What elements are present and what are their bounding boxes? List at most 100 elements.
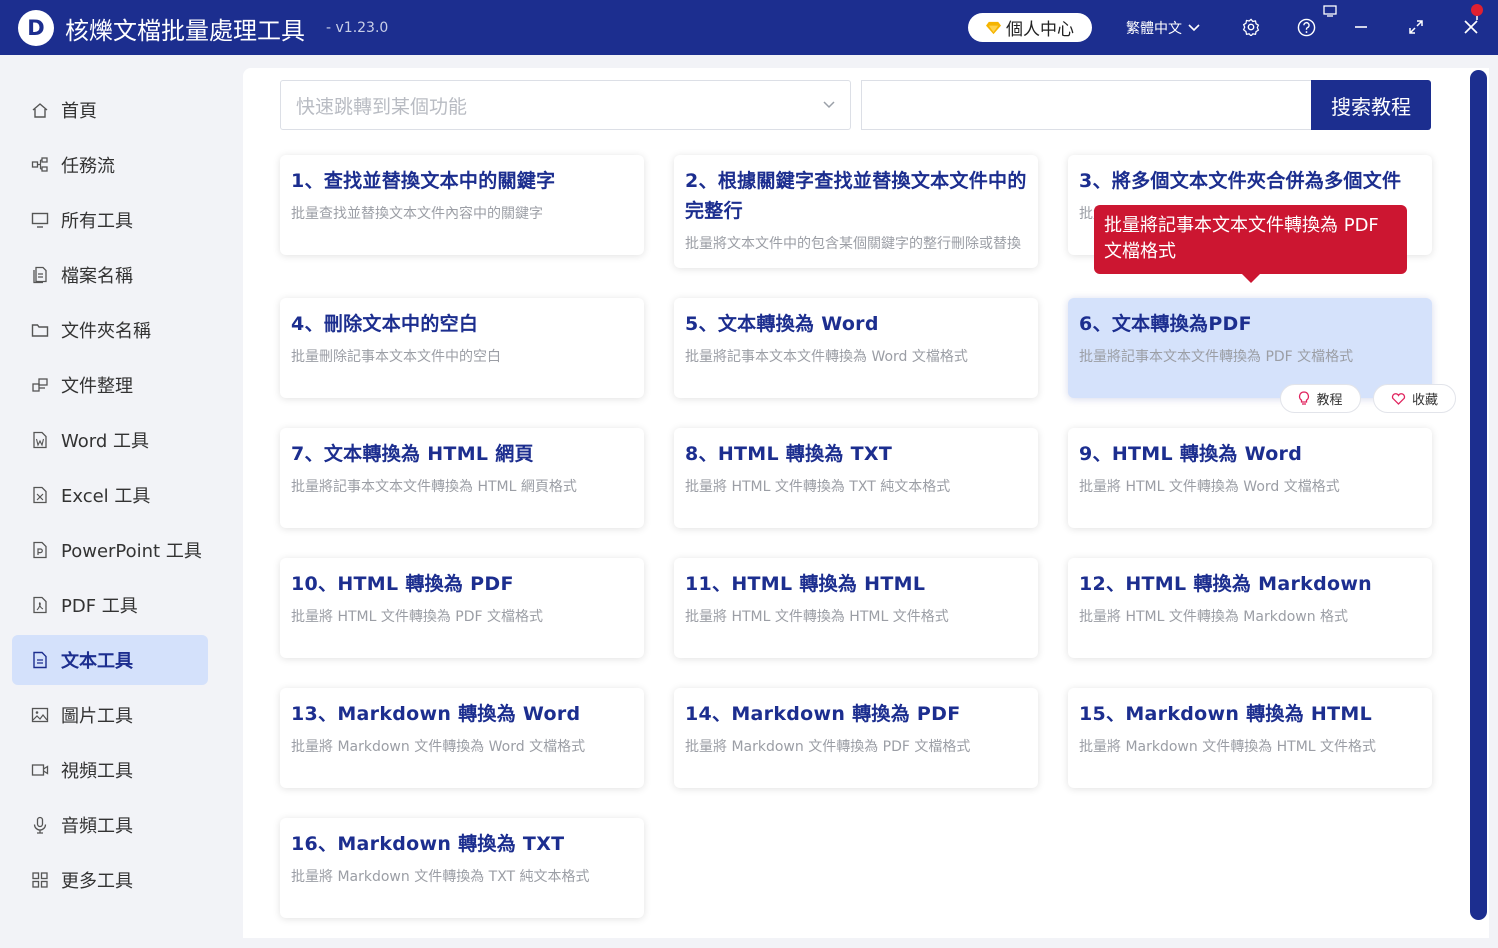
- heart-icon: [1391, 393, 1406, 405]
- tutorial-button[interactable]: 教程: [1280, 384, 1361, 413]
- sidebar-item-6[interactable]: Word 工具: [12, 415, 208, 465]
- tool-card-title: 10、HTML 轉換為 PDF: [291, 573, 514, 595]
- sidebar-item-label: 文件夾名稱: [61, 321, 151, 342]
- screen-icon[interactable]: [1322, 4, 1338, 18]
- tool-card-title: 2、根據關鍵字查找並替換文本文件中的完整行: [685, 170, 1027, 222]
- sidebar-item-2[interactable]: 所有工具: [12, 195, 208, 245]
- sidebar-item-10[interactable]: 文本工具: [12, 635, 208, 685]
- card-tooltip: 批量將記事本文本文件轉換為 PDF 文檔格式: [1094, 205, 1407, 283]
- sidebar-item-label: 所有工具: [61, 211, 133, 232]
- tool-card-desc: 批量將 HTML 文件轉換為 PDF 文檔格式: [291, 609, 544, 625]
- user-center-label: 個人中心: [1006, 20, 1074, 40]
- tool-card[interactable]: 7、文本轉換為 HTML 網頁批量將記事本文本文件轉換為 HTML 網頁格式: [280, 428, 644, 528]
- language-label: 繁體中文: [1126, 21, 1182, 37]
- sidebar-item-7[interactable]: Excel 工具: [12, 470, 208, 520]
- tool-card-desc: 批量刪除記事本文本文件中的空白: [291, 349, 501, 365]
- folder-icon: [31, 324, 49, 337]
- tool-card-desc: 批量將 HTML 文件轉換為 HTML 文件格式: [685, 609, 949, 625]
- sidebar-item-label: 任務流: [61, 156, 115, 177]
- tool-card-desc: 批量將 HTML 文件轉換為 Markdown 格式: [1079, 609, 1349, 625]
- sidebar: 首頁任務流所有工具檔案名稱文件夾名稱文件整理 Word 工具 Excel 工具 Pow…: [0, 55, 243, 948]
- tool-card-desc: 批量將 HTML 文件轉換為 TXT 純文本格式: [685, 479, 951, 495]
- tool-card[interactable]: 13、Markdown 轉換為 Word 批量將 Markdown 文件轉換為 W…: [280, 688, 644, 788]
- sidebar-item-label: 視頻工具: [61, 761, 133, 782]
- tool-card-title: 15、Markdown 轉換為 HTML: [1079, 703, 1373, 725]
- sidebar-item-label: 首頁: [61, 101, 97, 122]
- tool-card[interactable]: 10、HTML 轉換為 PDF 批量將 HTML 文件轉換為 PDF 文檔格式: [280, 558, 644, 658]
- favorite-button[interactable]: 收藏: [1373, 384, 1456, 413]
- sidebar-item-4[interactable]: 文件夾名稱: [12, 305, 208, 355]
- tool-card[interactable]: 4、刪除文本中的空白 批量刪除記事本文本文件中的空白: [280, 298, 644, 398]
- excel-file-icon: [33, 486, 47, 504]
- user-center-button[interactable]: 個人中心: [968, 13, 1092, 42]
- pin-icon[interactable]: [1468, 2, 1486, 20]
- tool-card-title: 12、HTML 轉換為 Markdown: [1079, 573, 1373, 595]
- lightbulb-icon: [1299, 391, 1310, 405]
- scrollbar-thumb[interactable]: [1470, 70, 1487, 920]
- sidebar-item-1[interactable]: 任務流: [12, 140, 208, 190]
- sidebar-item-label: 圖片工具: [61, 706, 133, 727]
- sidebar-item-13[interactable]: 音頻工具: [12, 800, 208, 850]
- tool-card-desc: 批量將 Markdown 文件轉換為 PDF 文檔格式: [685, 739, 971, 755]
- tool-card-title: 5、文本轉換為 Word: [685, 313, 879, 335]
- language-select[interactable]: 繁體中文: [1126, 18, 1200, 38]
- text-file-icon: [33, 651, 47, 669]
- sidebar-item-14[interactable]: 更多工具: [12, 855, 208, 905]
- tool-card-title: 14、Markdown 轉換為 PDF: [685, 703, 961, 725]
- sidebar-item-0[interactable]: 首頁: [12, 85, 208, 135]
- tool-card[interactable]: 9、HTML 轉換為 Word 批量將 HTML 文件轉換為 Word 文檔格式: [1068, 428, 1432, 528]
- tutorial-label: 教程: [1316, 393, 1343, 408]
- workflow-icon: [31, 157, 48, 172]
- tool-card-desc: 批量將 Markdown 文件轉換為 Word 文檔格式: [291, 739, 586, 755]
- tool-card[interactable]: 15、Markdown 轉換為 HTML 批量將 Markdown 文件轉換為 H…: [1068, 688, 1432, 788]
- word-file-icon: [33, 431, 47, 449]
- tool-card[interactable]: 16、Markdown 轉換為 TXT 批量將 Markdown 文件轉換為 TX…: [280, 818, 644, 918]
- sidebar-item-12[interactable]: 視頻工具: [12, 745, 208, 795]
- tool-card-desc: 批量將記事本文本文件轉換為 Word 文檔格式: [685, 349, 968, 365]
- tool-card[interactable]: 1、查找並替換文本中的關鍵字 批量查找並替換文本文件內容中的關鍵字: [280, 155, 644, 255]
- tool-card-title: 16、Markdown 轉換為 TXT: [291, 833, 565, 855]
- tool-card-title: 11、HTML 轉換為 HTML: [685, 573, 926, 595]
- monitor-icon: [31, 212, 49, 228]
- search-tutorial-button[interactable]: 搜索教程: [1311, 80, 1431, 130]
- sidebar-item-5[interactable]: 文件整理: [12, 360, 208, 410]
- sidebar-item-9[interactable]: PDF 工具: [12, 580, 208, 630]
- app-logo: D: [18, 10, 54, 46]
- tool-card[interactable]: 6、文本轉換為PDF 批量將記事本文本文件轉換為 PDF 文檔格式: [1068, 298, 1432, 398]
- tool-card[interactable]: 2、根據關鍵字查找並替換文本文件中的完整行 批量將文本文件中的包含某個關鍵字的整行…: [674, 155, 1038, 268]
- sidebar-item-label: 更多工具: [61, 871, 133, 892]
- tool-card[interactable]: 5、文本轉換為 Word 批量將記事本文本文件轉換為 Word 文檔格式: [674, 298, 1038, 398]
- chevron-down-icon: [1188, 24, 1200, 32]
- title-bar: D 核爍文檔批量處理工具 - v1.23.0 個人中心 繁體中文: [0, 0, 1498, 55]
- tool-card[interactable]: 14、Markdown 轉換為 PDF 批量將 Markdown 文件轉換為 PD…: [674, 688, 1038, 788]
- chevron-down-icon: [823, 101, 835, 109]
- function-jump-placeholder: 快速跳轉到某個功能: [296, 95, 468, 118]
- tutorial-search-input[interactable]: [861, 80, 1312, 130]
- sidebar-item-3[interactable]: 檔案名稱: [12, 250, 208, 300]
- help-icon[interactable]: [1294, 15, 1318, 39]
- sidebar-item-label: PowerPoint 工具: [61, 541, 202, 562]
- tool-card-desc: 批量將記事本文本文件轉換為 PDF 文檔格式: [1079, 349, 1354, 365]
- sidebar-item-label: 檔案名稱: [61, 266, 133, 287]
- maximize-icon[interactable]: [1404, 15, 1428, 39]
- grid-icon: [32, 872, 48, 888]
- microphone-icon: [33, 816, 47, 834]
- ppt-file-icon: [33, 541, 47, 559]
- settings-icon[interactable]: [1239, 15, 1263, 39]
- minimize-icon[interactable]: [1349, 15, 1373, 39]
- diamond-icon: [986, 21, 1001, 35]
- tool-card[interactable]: 12、HTML 轉換為 Markdown 批量將 HTML 文件轉換為 Markd…: [1068, 558, 1432, 658]
- tool-card-desc: 批量將 Markdown 文件轉換為 TXT 純文本格式: [291, 869, 590, 885]
- sidebar-item-label: 文本工具: [61, 651, 133, 672]
- sidebar-item-11[interactable]: 圖片工具: [12, 690, 208, 740]
- tool-card[interactable]: 11、HTML 轉換為 HTML 批量將 HTML 文件轉換為 HTML 文件格式: [674, 558, 1038, 658]
- tool-card-title: 1、查找並替換文本中的關鍵字: [291, 170, 556, 192]
- favorite-label: 收藏: [1411, 393, 1438, 408]
- organize-icon: [32, 378, 48, 392]
- sidebar-item-8[interactable]: PowerPoint 工具: [12, 525, 208, 575]
- tool-card-desc: 批量將記事本文本文件轉換為 HTML 網頁格式: [291, 479, 577, 495]
- app-version: - v1.23.0: [326, 20, 389, 36]
- tool-card-title: 7、文本轉換為 HTML 網頁: [291, 443, 534, 465]
- function-jump-select[interactable]: 快速跳轉到某個功能: [280, 80, 851, 130]
- tool-card[interactable]: 8、HTML 轉換為 TXT 批量將 HTML 文件轉換為 TXT 純文本格式: [674, 428, 1038, 528]
